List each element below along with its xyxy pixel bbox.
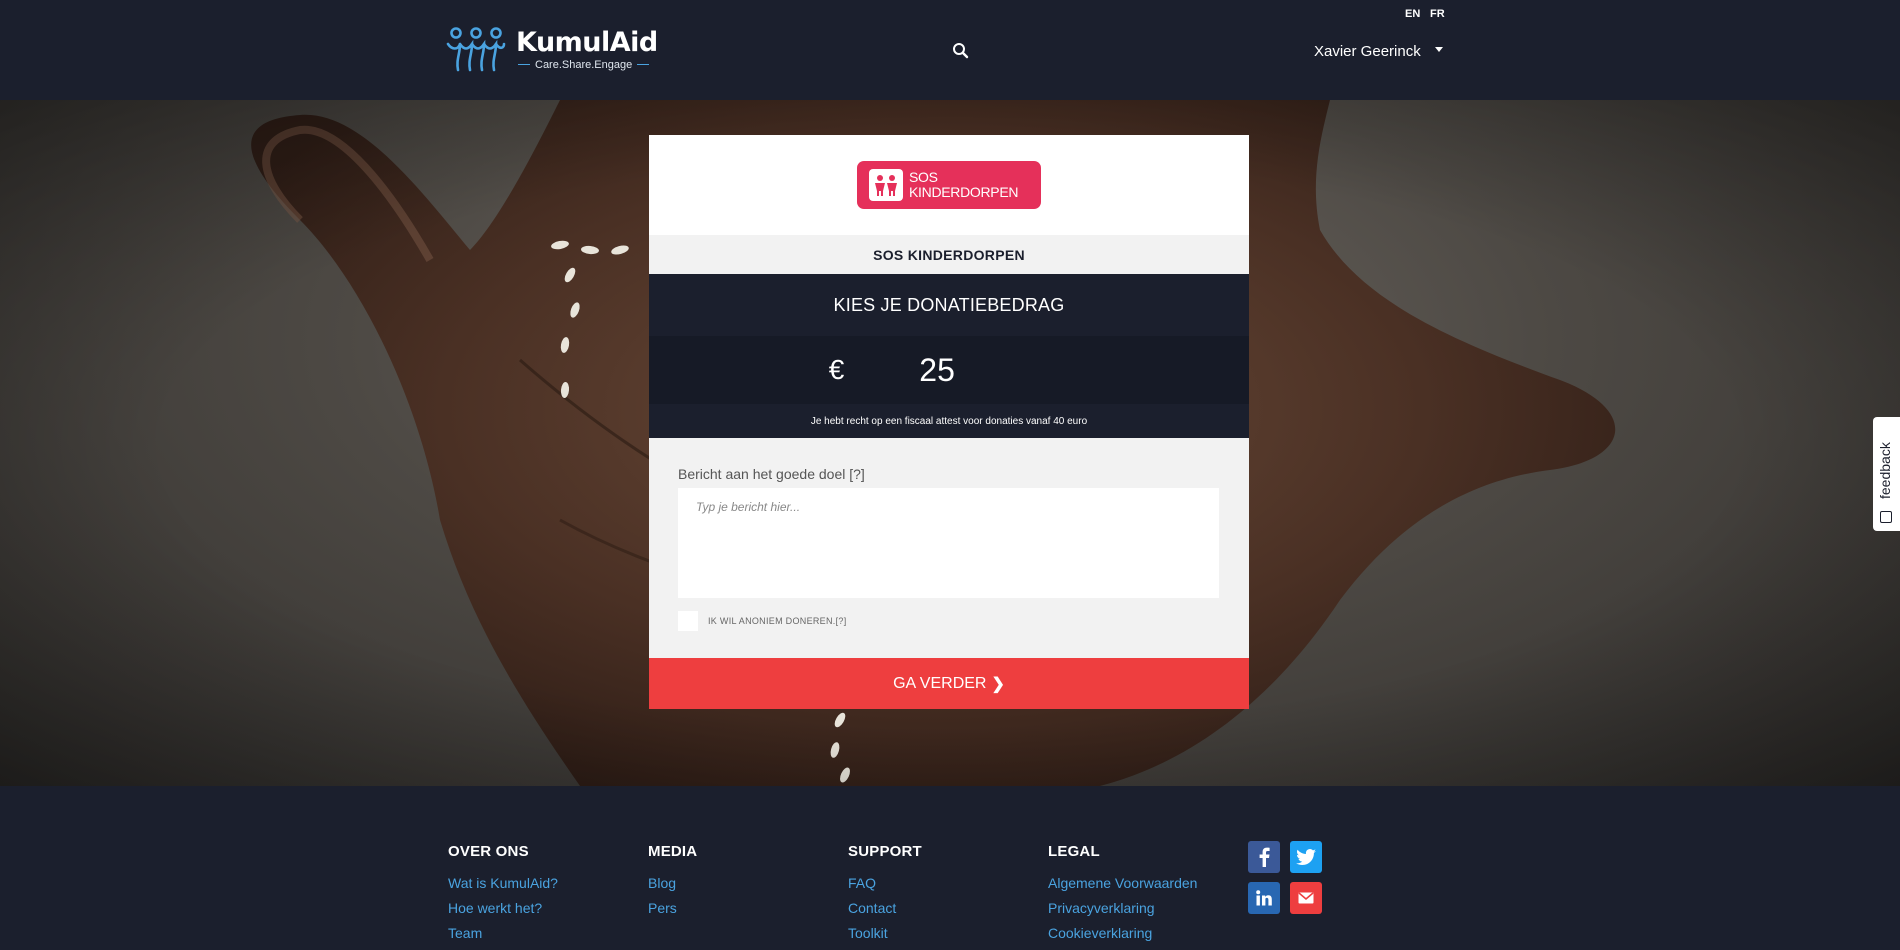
footer-link-team[interactable]: Team	[448, 925, 558, 941]
footer-link-algemene-voorwaarden[interactable]: Algemene Voorwaarden	[1048, 875, 1197, 891]
org-name: SOS KINDERDORPEN	[649, 235, 1249, 274]
feedback-label: feedback	[1877, 442, 1893, 499]
children-emblem-icon	[869, 169, 903, 201]
twitter-icon[interactable]	[1290, 841, 1322, 873]
site-header: KumulAid Care.Share.Engage EN FR Xavier …	[0, 0, 1900, 100]
footer-link-blog[interactable]: Blog	[648, 875, 697, 891]
amount-row: €	[649, 336, 1249, 404]
user-name: Xavier Geerinck	[1314, 43, 1421, 60]
footer-link-pers[interactable]: Pers	[648, 900, 697, 916]
footer-link-hoe-werkt-het[interactable]: Hoe werkt het?	[448, 900, 558, 916]
caret-down-icon	[1434, 47, 1443, 52]
footer-link-faq[interactable]: FAQ	[848, 875, 922, 891]
footer-column-over-ons: OVER ONS Wat is KumulAid? Hoe werkt het?…	[448, 843, 558, 950]
people-logo-icon	[446, 27, 506, 72]
fiscal-note: Je hebt recht op een fiscaal attest voor…	[649, 404, 1249, 438]
mail-icon[interactable]	[1290, 882, 1322, 914]
feedback-icon	[1880, 511, 1892, 523]
chevron-right-icon: ❯	[991, 675, 1005, 693]
footer-link-cookieverklaring[interactable]: Cookieverklaring	[1048, 925, 1197, 941]
footer-column-title: SUPPORT	[848, 843, 922, 860]
footer-column-support: SUPPORT FAQ Contact Toolkit	[848, 843, 922, 950]
message-section: Bericht aan het goede doel [?] IK WIL AN…	[649, 438, 1249, 658]
feedback-tab[interactable]: feedback	[1873, 417, 1900, 531]
user-menu[interactable]: Xavier Geerinck	[1314, 43, 1443, 60]
hero-background: SOS KINDERDORPEN SOS KINDERDORPEN KIES J…	[0, 100, 1900, 786]
linkedin-icon[interactable]	[1248, 882, 1280, 914]
search-icon[interactable]	[952, 42, 970, 60]
anonymous-checkbox[interactable]	[678, 611, 698, 631]
amount-input[interactable]	[919, 351, 1010, 389]
footer-column-title: OVER ONS	[448, 843, 529, 860]
continue-label: GA VERDER	[893, 674, 987, 692]
donation-card: SOS KINDERDORPEN SOS KINDERDORPEN KIES J…	[649, 135, 1249, 709]
facebook-icon[interactable]	[1248, 841, 1280, 873]
anonymous-label: IK WIL ANONIEM DONEREN.[?]	[708, 616, 847, 626]
sos-logo-text-line2: KINDERDORPEN	[909, 184, 1019, 200]
language-fr-link[interactable]: FR	[1430, 8, 1445, 20]
footer-column-title: LEGAL	[1048, 843, 1100, 860]
message-textarea[interactable]	[678, 488, 1219, 598]
message-label: Bericht aan het goede doel [?]	[678, 466, 865, 482]
footer-link-privacyverklaring[interactable]: Privacyverklaring	[1048, 900, 1197, 916]
continue-button[interactable]: GA VERDER ❯	[649, 658, 1249, 709]
footer-column-legal: LEGAL Algemene Voorwaarden Privacyverkla…	[1048, 843, 1197, 950]
anonymous-row: IK WIL ANONIEM DONEREN.[?]	[678, 611, 1220, 631]
footer-column-media: MEDIA Blog Pers	[648, 843, 697, 925]
brand-name: KumulAid	[516, 26, 658, 58]
footer-link-wat-is-kumulaid[interactable]: Wat is KumulAid?	[448, 875, 558, 891]
sos-logo-text-line1: SOS	[909, 169, 938, 185]
currency-symbol: €	[828, 354, 845, 385]
footer-link-toolkit[interactable]: Toolkit	[848, 925, 922, 941]
brand-tagline: Care.Share.Engage	[535, 58, 633, 71]
org-logo-area: SOS KINDERDORPEN	[649, 135, 1249, 235]
sos-kinderdorpen-logo: SOS KINDERDORPEN	[857, 161, 1041, 209]
site-footer: OVER ONS Wat is KumulAid? Hoe werkt het?…	[0, 786, 1900, 950]
footer-column-title: MEDIA	[648, 843, 698, 860]
language-en-link[interactable]: EN	[1405, 8, 1420, 20]
choose-amount-title: KIES JE DONATIEBEDRAG	[649, 274, 1249, 336]
kumulaid-logo[interactable]: KumulAid Care.Share.Engage	[446, 26, 658, 72]
footer-link-contact[interactable]: Contact	[848, 900, 922, 916]
